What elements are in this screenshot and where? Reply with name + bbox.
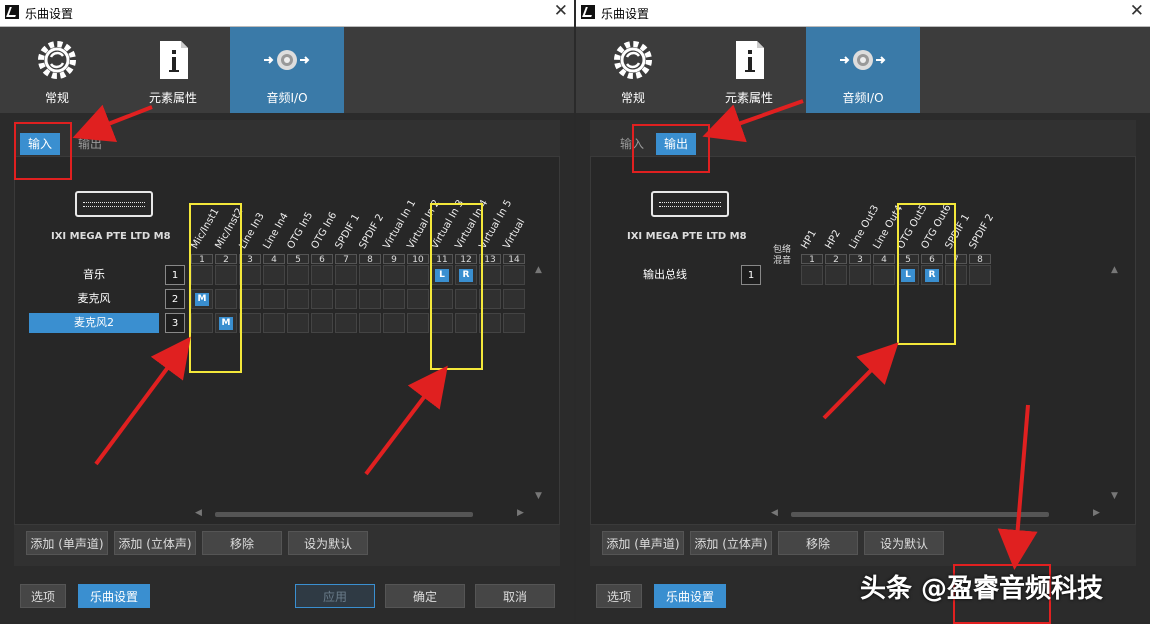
- arrow-to-virtual-channels: [364, 365, 448, 476]
- watermark-text: 头条 @盈睿音频科技: [860, 574, 1104, 604]
- annotation-red-arrows: [72, 99, 1038, 570]
- arrow-to-output-tab: [702, 99, 804, 143]
- arrow-to-ok-button: [997, 404, 1038, 570]
- arrow-to-otg-channels: [822, 342, 899, 420]
- arrow-to-input-tab: [72, 104, 153, 143]
- arrow-to-mic-channels: [94, 336, 191, 466]
